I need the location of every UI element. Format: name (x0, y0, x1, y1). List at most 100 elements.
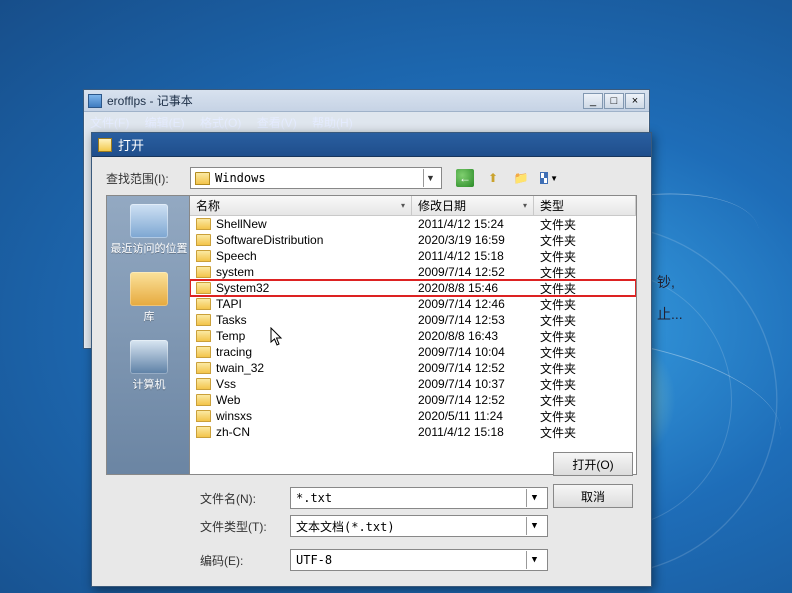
place-library[interactable]: 库 (130, 272, 168, 324)
menu-view[interactable]: 查看(V) (257, 116, 297, 130)
file-type: 文件夹 (534, 312, 636, 329)
file-row[interactable]: System322020/8/8 15:46文件夹 (190, 280, 636, 296)
folder-icon (196, 346, 211, 358)
file-type: 文件夹 (534, 232, 636, 249)
file-row[interactable]: Web 2009/7/14 12:52文件夹 (190, 392, 636, 408)
notepad-title: erofflps - 记事本 (107, 92, 193, 109)
minimize-button[interactable]: _ (583, 93, 603, 109)
file-date: 2011/4/12 15:24 (412, 217, 534, 231)
folder-icon (196, 362, 211, 374)
filename-label: 文件名(N): (200, 490, 290, 507)
chevron-down-icon[interactable]: ▼ (526, 551, 542, 569)
file-name: twain_32 (216, 361, 264, 375)
place-computer[interactable]: 计算机 (130, 340, 168, 392)
folder-icon (196, 282, 211, 294)
file-type: 文件夹 (534, 360, 636, 377)
file-date: 2020/8/8 16:43 (412, 329, 534, 343)
file-name: zh-CN (216, 425, 250, 439)
file-type: 文件夹 (534, 392, 636, 409)
file-type: 文件夹 (534, 328, 636, 345)
filetype-select[interactable]: 文本文档(*.txt) ▼ (290, 515, 548, 537)
notepad-menu: 文件(F) 编辑(E) 格式(O) 查看(V) 帮助(H) (84, 112, 649, 133)
place-recent[interactable]: 最近访问的位置 (111, 204, 188, 256)
file-row[interactable]: system2009/7/14 12:52文件夹 (190, 264, 636, 280)
look-in-value: Windows (215, 171, 423, 185)
up-folder-icon[interactable]: ⬆ (484, 169, 502, 187)
file-date: 2009/7/14 12:46 (412, 297, 534, 311)
file-name: Web (216, 393, 240, 407)
notepad-icon (88, 94, 102, 108)
menu-help[interactable]: 帮助(H) (312, 116, 353, 130)
file-name: Tasks (216, 313, 247, 327)
file-name: system (216, 265, 254, 279)
file-name: TAPI (216, 297, 242, 311)
new-folder-icon[interactable]: 📁 (512, 169, 530, 187)
file-type: 文件夹 (534, 376, 636, 393)
column-date[interactable]: 修改日期▾ (412, 196, 534, 215)
menu-file[interactable]: 文件(F) (90, 116, 129, 130)
recent-icon (130, 204, 168, 238)
file-row[interactable]: Temp 2020/8/8 16:43文件夹 (190, 328, 636, 344)
back-icon[interactable]: ← (456, 169, 474, 187)
folder-icon (196, 330, 211, 342)
file-type: 文件夹 (534, 280, 636, 297)
chevron-down-icon[interactable]: ▼ (526, 489, 542, 507)
folder-icon (196, 410, 211, 422)
file-row[interactable]: Speech2011/4/12 15:18文件夹 (190, 248, 636, 264)
file-row[interactable]: zh-CN2011/4/12 15:18文件夹 (190, 424, 636, 440)
encoding-select[interactable]: UTF-8 ▼ (290, 549, 548, 571)
chevron-down-icon[interactable]: ▼ (526, 517, 542, 535)
folder-icon (196, 266, 211, 278)
file-type: 文件夹 (534, 296, 636, 313)
file-list[interactable]: 名称▾ 修改日期▾ 类型 ShellNew2011/4/12 15:24文件夹S… (190, 195, 637, 475)
file-name: SoftwareDistribution (216, 233, 323, 247)
file-name: ShellNew (216, 217, 267, 231)
look-in-select[interactable]: Windows ▼ (190, 167, 442, 189)
file-row[interactable]: TAPI 2009/7/14 12:46文件夹 (190, 296, 636, 312)
dialog-title: 打开 (118, 135, 144, 154)
file-date: 2009/7/14 12:52 (412, 393, 534, 407)
maximize-button[interactable]: □ (604, 93, 624, 109)
file-name: Temp (216, 329, 245, 343)
column-type[interactable]: 类型 (534, 196, 636, 215)
folder-icon (196, 250, 211, 262)
file-row[interactable]: winsxs2020/5/11 11:24文件夹 (190, 408, 636, 424)
menu-edit[interactable]: 编辑(E) (145, 116, 185, 130)
bg-text: 钞, (657, 272, 675, 292)
file-row[interactable]: SoftwareDistribution 2020/3/19 16:59文件夹 (190, 232, 636, 248)
open-dialog-icon (98, 138, 112, 152)
open-button[interactable]: 打开(O) (553, 452, 633, 476)
library-icon (130, 272, 168, 306)
menu-format[interactable]: 格式(O) (200, 116, 241, 130)
file-name: winsxs (216, 409, 252, 423)
file-date: 2020/3/19 16:59 (412, 233, 534, 247)
filetype-label: 文件类型(T): (200, 518, 290, 535)
file-date: 2009/7/14 12:53 (412, 313, 534, 327)
column-name[interactable]: 名称▾ (190, 196, 412, 215)
bg-text: 止... (657, 304, 683, 324)
views-icon[interactable]: ▼ (540, 169, 558, 187)
cancel-button[interactable]: 取消 (553, 484, 633, 508)
file-date: 2020/5/11 11:24 (412, 409, 534, 423)
file-name: Vss (216, 377, 236, 391)
file-type: 文件夹 (534, 248, 636, 265)
file-type: 文件夹 (534, 424, 636, 441)
file-name: System32 (216, 281, 269, 295)
file-row[interactable]: Vss2009/7/14 10:37文件夹 (190, 376, 636, 392)
folder-icon (196, 218, 211, 230)
file-date: 2011/4/12 15:18 (412, 249, 534, 263)
file-type: 文件夹 (534, 264, 636, 281)
file-row[interactable]: Tasks 2009/7/14 12:53文件夹 (190, 312, 636, 328)
close-button[interactable]: × (625, 93, 645, 109)
file-row[interactable]: tracing2009/7/14 10:04文件夹 (190, 344, 636, 360)
file-row[interactable]: ShellNew 2011/4/12 15:24文件夹 (190, 216, 636, 232)
open-dialog: 打开 查找范围(I): Windows ▼ ← ⬆ 📁 ▼ 最近访 (91, 132, 652, 587)
file-type: 文件夹 (534, 216, 636, 233)
file-name: tracing (216, 345, 252, 359)
chevron-down-icon[interactable]: ▼ (423, 169, 437, 187)
file-row[interactable]: twain_322009/7/14 12:52文件夹 (190, 360, 636, 376)
notepad-titlebar[interactable]: erofflps - 记事本 _ □ × (84, 90, 649, 112)
folder-icon (196, 298, 211, 310)
filename-input[interactable]: *.txt ▼ (290, 487, 548, 509)
dialog-titlebar[interactable]: 打开 (92, 133, 651, 157)
